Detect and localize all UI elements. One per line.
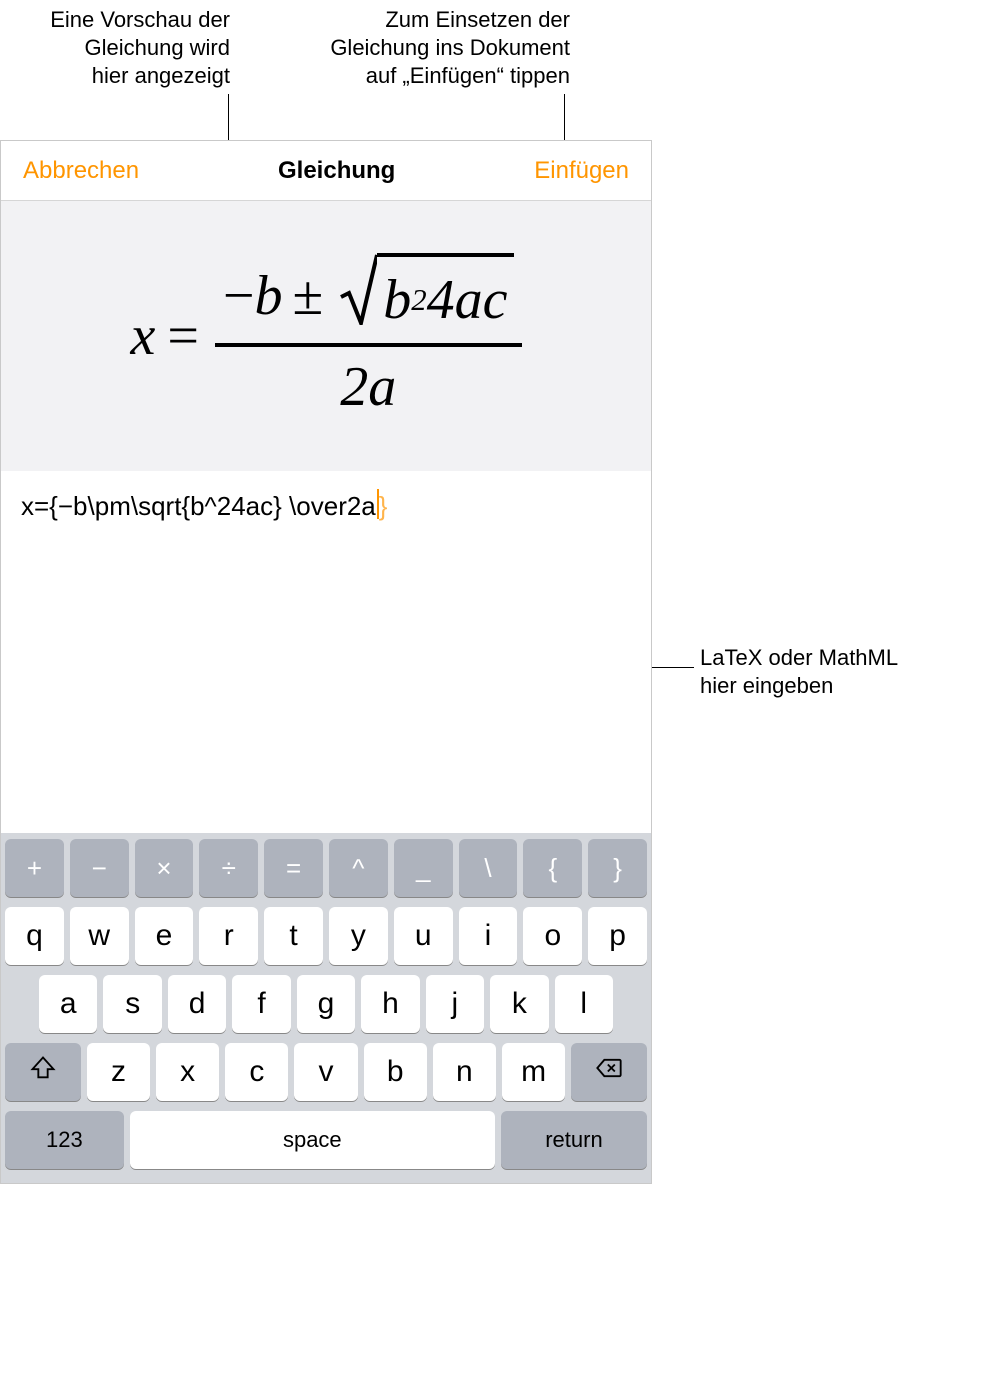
eq-pm: ± [293, 264, 324, 328]
navbar: Abbrechen Gleichung Einfügen [1, 141, 651, 201]
keyboard-row-3: z x c v b n m [5, 1043, 647, 1101]
key-i[interactable]: i [459, 907, 518, 965]
key-j[interactable]: j [426, 975, 484, 1033]
backspace-icon [595, 1054, 623, 1090]
key-b[interactable]: b [364, 1043, 427, 1101]
row-spacer [619, 975, 647, 1033]
keyboard-symbol-row: + − × ÷ = ^ _ \ { } [5, 839, 647, 897]
key-return[interactable]: return [501, 1111, 647, 1169]
latex-input-text: x={−b\pm\sqrt{b^24ac} \over2a [21, 491, 376, 521]
key-t[interactable]: t [264, 907, 323, 965]
eq-b2: b [383, 268, 411, 332]
eq-radicand: b24ac [377, 253, 513, 339]
callout-text: hier angezeigt [92, 63, 230, 88]
key-k[interactable]: k [490, 975, 548, 1033]
key-l[interactable]: l [555, 975, 613, 1033]
keyboard: + − × ÷ = ^ _ \ { } q w e r t y u i o p … [1, 833, 651, 1183]
callout-preview: Eine Vorschau der Gleichung wird hier an… [50, 6, 230, 90]
key-shift[interactable] [5, 1043, 81, 1101]
callout-text: Gleichung wird [84, 35, 230, 60]
key-w[interactable]: w [70, 907, 129, 965]
keyboard-row-2: a s d f g h j k l [5, 975, 647, 1033]
eq-4ac: 4ac [427, 268, 508, 332]
key-x[interactable]: x [156, 1043, 219, 1101]
cancel-button[interactable]: Abbrechen [23, 157, 139, 185]
panel-title: Gleichung [278, 157, 395, 185]
callout-text: hier eingeben [700, 673, 833, 698]
insert-button[interactable]: Einfügen [534, 157, 629, 185]
latex-ghost-brace: } [379, 491, 388, 521]
callout-text: Eine Vorschau der [50, 7, 230, 32]
eq-equals: = [167, 304, 199, 368]
key-numbers[interactable]: 123 [5, 1111, 124, 1169]
key-backspace[interactable] [571, 1043, 647, 1101]
key-v[interactable]: v [294, 1043, 357, 1101]
equation-editor-panel: Abbrechen Gleichung Einfügen x = − b ± b [0, 140, 652, 1184]
equation-rendered: x = − b ± b24ac 2a [130, 253, 521, 419]
key-minus[interactable]: − [70, 839, 129, 897]
callout-latex: LaTeX oder MathML hier eingeben [700, 644, 898, 700]
eq-fraction: − b ± b24ac 2a [215, 253, 522, 419]
key-f[interactable]: f [232, 975, 290, 1033]
key-backslash[interactable]: \ [459, 839, 518, 897]
latex-input-area[interactable]: x={−b\pm\sqrt{b^24ac} \over2a} [1, 471, 651, 833]
key-o[interactable]: o [523, 907, 582, 965]
key-u[interactable]: u [394, 907, 453, 965]
key-g[interactable]: g [297, 975, 355, 1033]
key-multiply[interactable]: × [135, 839, 194, 897]
key-space[interactable]: space [130, 1111, 495, 1169]
key-h[interactable]: h [361, 975, 419, 1033]
key-underscore[interactable]: _ [394, 839, 453, 897]
key-p[interactable]: p [588, 907, 647, 965]
eq-denominator: 2a [340, 347, 396, 419]
eq-numerator: − b ± b24ac [215, 253, 522, 343]
callout-text: Gleichung ins Dokument [330, 35, 570, 60]
key-z[interactable]: z [87, 1043, 150, 1101]
key-s[interactable]: s [103, 975, 161, 1033]
key-r[interactable]: r [199, 907, 258, 965]
equation-preview: x = − b ± b24ac 2a [1, 201, 651, 471]
keyboard-row-1: q w e r t y u i o p [5, 907, 647, 965]
shift-icon [29, 1054, 57, 1090]
keyboard-row-4: 123 space return [5, 1111, 647, 1169]
callout-text: auf „Einfügen“ tippen [366, 63, 570, 88]
eq-b: b [255, 264, 283, 328]
key-caret[interactable]: ^ [329, 839, 388, 897]
key-c[interactable]: c [225, 1043, 288, 1101]
callout-insert: Zum Einsetzen der Gleichung ins Dokument… [330, 6, 570, 90]
key-d[interactable]: d [168, 975, 226, 1033]
eq-sqrt: b24ac [339, 253, 513, 339]
eq-minus: − [223, 264, 255, 328]
key-a[interactable]: a [39, 975, 97, 1033]
key-n[interactable]: n [433, 1043, 496, 1101]
key-plus[interactable]: + [5, 839, 64, 897]
key-divide[interactable]: ÷ [199, 839, 258, 897]
key-e[interactable]: e [135, 907, 194, 965]
key-y[interactable]: y [329, 907, 388, 965]
key-m[interactable]: m [502, 1043, 565, 1101]
callout-text: Zum Einsetzen der [385, 7, 570, 32]
key-equals[interactable]: = [264, 839, 323, 897]
row-spacer [5, 975, 33, 1033]
key-q[interactable]: q [5, 907, 64, 965]
key-rbrace[interactable]: } [588, 839, 647, 897]
callout-text: LaTeX oder MathML [700, 645, 898, 670]
key-lbrace[interactable]: { [523, 839, 582, 897]
eq-lhs: x [130, 304, 155, 368]
radical-sign-icon [339, 253, 377, 339]
